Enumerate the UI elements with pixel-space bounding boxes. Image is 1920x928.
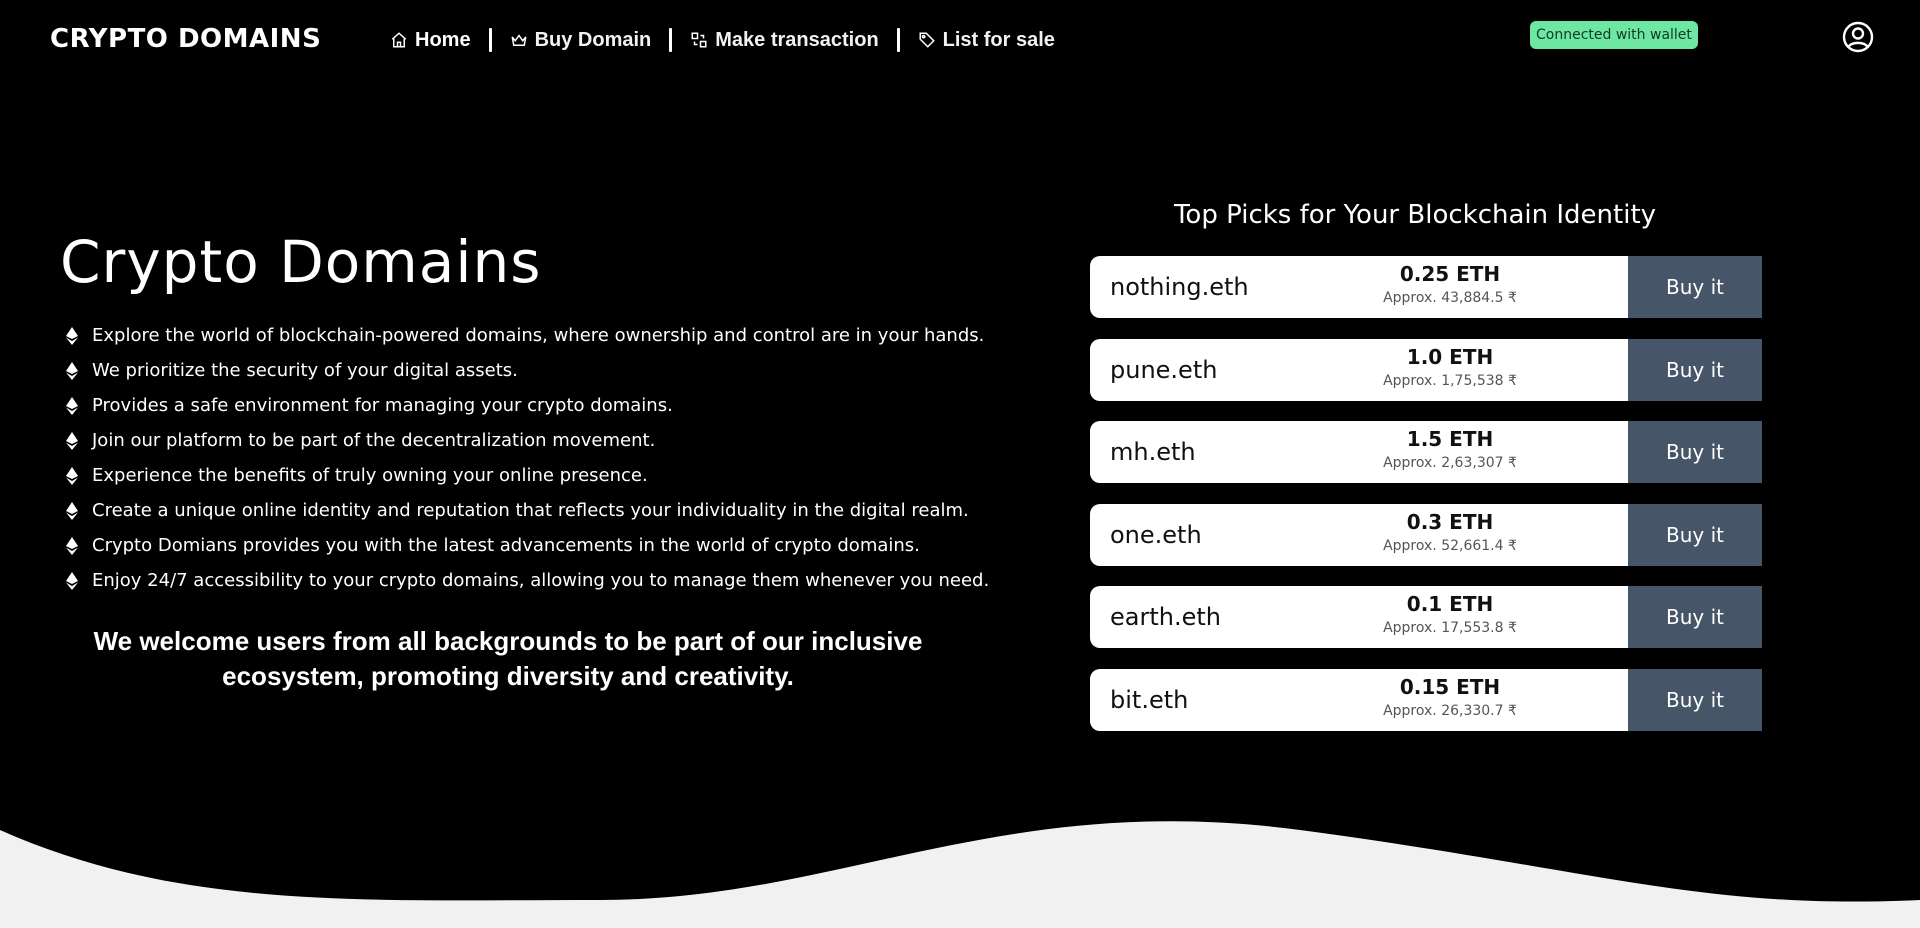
user-profile-icon[interactable] [1842, 21, 1874, 53]
feature-text: Join our platform to be part of the dece… [92, 430, 656, 451]
domain-price: 0.25 ETH Approx. 43,884.5 ₹ [1370, 262, 1530, 306]
domain-card: pune.eth 1.0 ETH Approx. 1,75,538 ₹ [1090, 338, 1628, 401]
price-eth: 0.3 ETH [1406, 509, 1494, 534]
nav-home-label: Home [415, 28, 471, 51]
price-eth: 1.5 ETH [1406, 427, 1494, 451]
feature-item: Experience the benefits of truly owning … [66, 458, 989, 493]
hero-title: Crypto Domains [60, 228, 542, 296]
domain-name: bit.eth [1110, 685, 1189, 714]
crown-icon [511, 34, 527, 46]
feature-text: We prioritize the security of your digit… [92, 360, 518, 381]
top-navbar: CRYPTO DOMAINS Home Buy Domain Make tran… [0, 0, 1920, 84]
domain-pick-row: one.eth 0.3 ETH Approx. 52,661.4 ₹ Buy i… [1090, 503, 1762, 566]
price-inr: Approx. 52,661.4 ₹ [1383, 537, 1517, 554]
nav-divider [896, 28, 900, 52]
main-nav: Home Buy Domain Make transaction List fo… [390, 28, 1055, 52]
ethereum-icon [66, 361, 78, 380]
home-icon [391, 32, 407, 48]
nav-divider [488, 28, 492, 52]
buy-it-button[interactable]: Buy it [1628, 421, 1762, 483]
tag-icon [919, 32, 935, 48]
ethereum-icon [66, 326, 78, 345]
domain-card: nothing.eth 0.25 ETH Approx. 43,884.5 ₹ [1090, 256, 1628, 318]
ethereum-icon [66, 501, 78, 520]
domain-pick-row: bit.eth 0.15 ETH Approx. 26,330.7 ₹ Buy … [1090, 668, 1762, 731]
buy-it-button[interactable]: Buy it [1628, 503, 1762, 566]
domain-card: bit.eth 0.15 ETH Approx. 26,330.7 ₹ [1090, 668, 1628, 731]
feature-item: Crypto Domians provides you with the lat… [66, 528, 989, 563]
top-picks-list: nothing.eth 0.25 ETH Approx. 43,884.5 ₹ … [1090, 256, 1762, 751]
price-eth: 0.1 ETH [1406, 592, 1494, 616]
domain-pick-row: nothing.eth 0.25 ETH Approx. 43,884.5 ₹ … [1090, 256, 1762, 318]
domain-price: 0.3 ETH Approx. 52,661.4 ₹ [1370, 510, 1530, 554]
feature-item: Enjoy 24/7 accessibility to your crypto … [66, 563, 989, 598]
buy-it-button[interactable]: Buy it [1628, 256, 1762, 318]
welcome-message: We welcome users from all backgrounds to… [93, 626, 923, 691]
top-picks-title: Top Picks for Your Blockchain Identity [1173, 200, 1657, 230]
domain-name: pune.eth [1110, 355, 1218, 384]
feature-list: Explore the world of blockchain-powered … [66, 318, 989, 598]
feature-item: We prioritize the security of your digit… [66, 353, 989, 388]
buy-it-button[interactable]: Buy it [1628, 338, 1762, 401]
feature-text: Experience the benefits of truly owning … [92, 465, 648, 486]
domain-card: earth.eth 0.1 ETH Approx. 17,553.8 ₹ [1090, 586, 1628, 648]
nav-divider [669, 28, 673, 52]
domain-card: one.eth 0.3 ETH Approx. 52,661.4 ₹ [1090, 503, 1628, 566]
ethereum-icon [66, 571, 78, 590]
price-eth: 1.0 ETH [1406, 344, 1494, 369]
brand-logo[interactable]: CRYPTO DOMAINS [50, 24, 321, 54]
nav-list-for-sale-label: List for sale [942, 28, 1055, 51]
domain-card: mh.eth 1.5 ETH Approx. 2,63,307 ₹ [1090, 421, 1628, 483]
nav-make-transaction[interactable]: Make transaction [690, 28, 879, 52]
feature-item: Join our platform to be part of the dece… [66, 423, 989, 458]
domain-pick-row: earth.eth 0.1 ETH Approx. 17,553.8 ₹ Buy… [1090, 586, 1762, 648]
domain-name: earth.eth [1110, 603, 1221, 631]
transaction-icon [691, 32, 707, 48]
feature-item: Provides a safe environment for managing… [66, 388, 989, 423]
domain-price: 0.1 ETH Approx. 17,553.8 ₹ [1370, 592, 1530, 636]
domain-name: mh.eth [1110, 438, 1196, 466]
bottom-wave-divider [0, 821, 1920, 928]
price-inr: Approx. 2,63,307 ₹ [1383, 455, 1517, 471]
feature-text: Explore the world of blockchain-powered … [92, 325, 985, 346]
wallet-status-badge: Connected with wallet [1530, 21, 1698, 49]
price-inr: Approx. 26,330.7 ₹ [1383, 702, 1517, 719]
feature-text: Provides a safe environment for managing… [92, 395, 673, 416]
buy-it-button[interactable]: Buy it [1628, 668, 1762, 731]
ethereum-icon [66, 466, 78, 485]
domain-price: 1.5 ETH Approx. 2,63,307 ₹ [1370, 427, 1530, 471]
nav-list-for-sale[interactable]: List for sale [918, 29, 1055, 52]
nav-buy-domain-label: Buy Domain [534, 28, 652, 51]
domain-name: one.eth [1110, 520, 1202, 549]
domain-name: nothing.eth [1110, 273, 1249, 301]
price-inr: Approx. 43,884.5 ₹ [1383, 290, 1517, 306]
ethereum-icon [66, 396, 78, 415]
domain-price: 0.15 ETH Approx. 26,330.7 ₹ [1370, 675, 1530, 719]
feature-item: Explore the world of blockchain-powered … [66, 318, 989, 353]
buy-it-button[interactable]: Buy it [1628, 586, 1762, 648]
domain-pick-row: pune.eth 1.0 ETH Approx. 1,75,538 ₹ Buy … [1090, 338, 1762, 401]
price-eth: 0.15 ETH [1399, 674, 1501, 699]
price-eth: 0.25 ETH [1399, 262, 1501, 286]
ethereum-icon [66, 536, 78, 555]
domain-pick-row: mh.eth 1.5 ETH Approx. 2,63,307 ₹ Buy it [1090, 421, 1762, 483]
domain-price: 1.0 ETH Approx. 1,75,538 ₹ [1370, 345, 1530, 389]
nav-make-transaction-label: Make transaction [715, 28, 879, 51]
nav-buy-domain[interactable]: Buy Domain [510, 28, 652, 52]
feature-text: Enjoy 24/7 accessibility to your crypto … [92, 570, 990, 591]
price-inr: Approx. 1,75,538 ₹ [1383, 372, 1517, 389]
ethereum-icon [66, 431, 78, 450]
feature-text: Crypto Domians provides you with the lat… [92, 535, 920, 556]
nav-home[interactable]: Home [390, 29, 471, 52]
feature-text: Create a unique online identity and repu… [92, 500, 969, 521]
feature-item: Create a unique online identity and repu… [66, 493, 989, 528]
price-inr: Approx. 17,553.8 ₹ [1383, 620, 1517, 636]
